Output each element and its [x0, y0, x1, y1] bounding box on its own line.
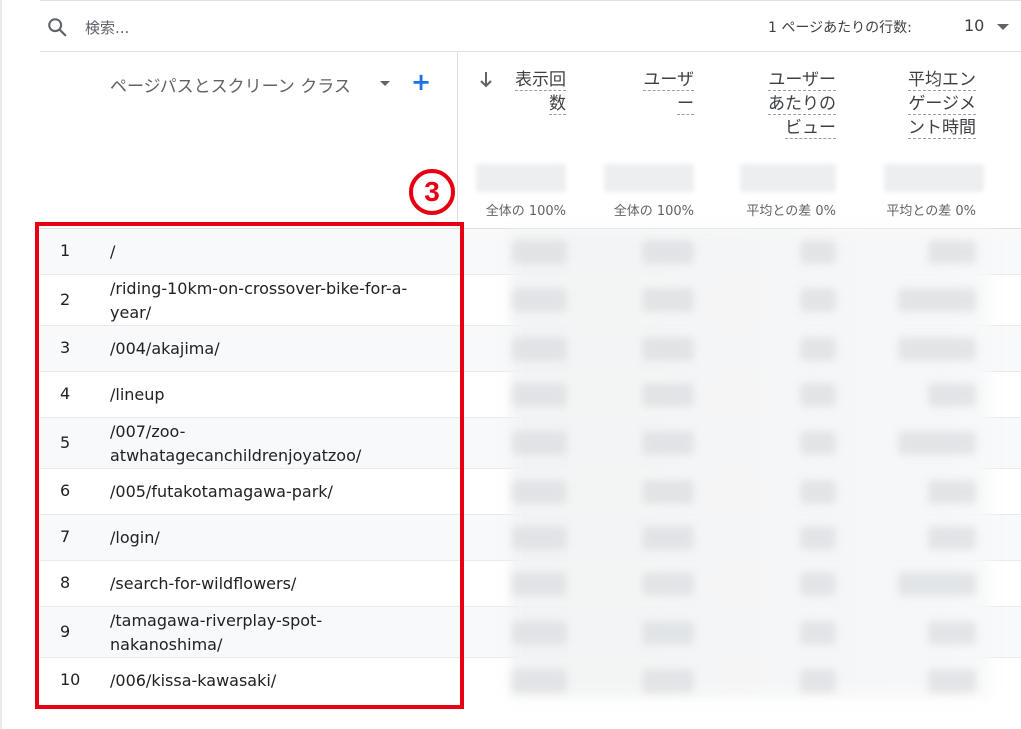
blurred-cell	[800, 431, 836, 455]
blurred-cell	[928, 621, 976, 645]
blurred-cell	[642, 240, 694, 264]
blurred-cell	[512, 526, 567, 550]
blurred-cell	[800, 480, 836, 504]
blurred-cell	[642, 621, 694, 645]
blurred-cell	[512, 669, 567, 693]
search-input[interactable]: 検索...	[85, 17, 129, 38]
chevron-down-icon[interactable]	[997, 24, 1009, 30]
blurred-cell	[800, 288, 836, 312]
add-dimension-icon[interactable]: +	[411, 70, 431, 94]
blurred-cell	[642, 288, 694, 312]
blurred-cell	[800, 621, 836, 645]
total-pct-users: 全体の 100%	[613, 204, 694, 219]
blurred-cell	[928, 526, 976, 550]
blurred-cell	[642, 480, 694, 504]
blurred-cell	[928, 240, 976, 264]
blurred-cell	[898, 431, 976, 455]
total-pct-views-per-user: 平均との差 0%	[746, 204, 836, 219]
blurred-cell	[800, 526, 836, 550]
blurred-cell	[898, 572, 976, 596]
blurred-cell	[928, 383, 976, 407]
blurred-cell	[800, 383, 836, 407]
blurred-cell	[642, 669, 694, 693]
total-value-views	[476, 164, 566, 192]
blurred-cell	[898, 288, 976, 312]
blurred-cell	[642, 572, 694, 596]
blurred-cell	[512, 572, 567, 596]
sort-descending-icon[interactable]	[478, 70, 494, 90]
blurred-cell	[642, 337, 694, 361]
total-pct-views: 全体の 100%	[485, 204, 566, 219]
blurred-cell	[512, 240, 567, 264]
blurred-cell	[512, 337, 567, 361]
blurred-cell	[800, 337, 836, 361]
metric-header-views[interactable]: 表示回数	[500, 68, 566, 116]
blurred-cell	[642, 383, 694, 407]
dimension-header[interactable]: ページパスとスクリーン クラス	[110, 72, 351, 97]
highlight-annotation-box	[35, 222, 464, 709]
rows-per-page-label: 1 ページあたりの行数:	[768, 20, 912, 36]
total-value-engagement	[884, 164, 984, 192]
blurred-cell	[898, 337, 976, 361]
blurred-cell	[512, 621, 567, 645]
metric-header-views-per-user[interactable]: ユーザーあたりのビュー	[758, 68, 836, 140]
blurred-cell	[512, 480, 567, 504]
blurred-cell	[800, 572, 836, 596]
dimension-dropdown-icon[interactable]	[380, 81, 390, 86]
total-pct-engagement: 平均との差 0%	[886, 204, 976, 219]
blurred-cell	[928, 669, 976, 693]
blurred-cell	[800, 669, 836, 693]
left-edge	[0, 0, 2, 729]
blurred-cell	[928, 480, 976, 504]
callout-number-badge: 3	[409, 169, 455, 215]
blurred-cell	[512, 431, 567, 455]
metric-header-users[interactable]: ユーザー	[630, 68, 694, 116]
search-icon[interactable]	[46, 16, 68, 38]
column-divider	[457, 52, 458, 228]
table-toolbar: 検索... 1 ページあたりの行数: 10	[40, 1, 1021, 52]
blurred-cell	[800, 240, 836, 264]
total-value-views-per-user	[740, 164, 836, 192]
total-value-users	[604, 164, 694, 192]
blurred-cell	[512, 383, 567, 407]
blurred-cell	[512, 288, 567, 312]
blurred-cell	[642, 431, 694, 455]
blurred-cell	[642, 526, 694, 550]
rows-per-page-select[interactable]: 10	[964, 16, 984, 35]
metric-header-avg-engagement-time[interactable]: 平均エンゲージメント時間	[898, 68, 976, 140]
